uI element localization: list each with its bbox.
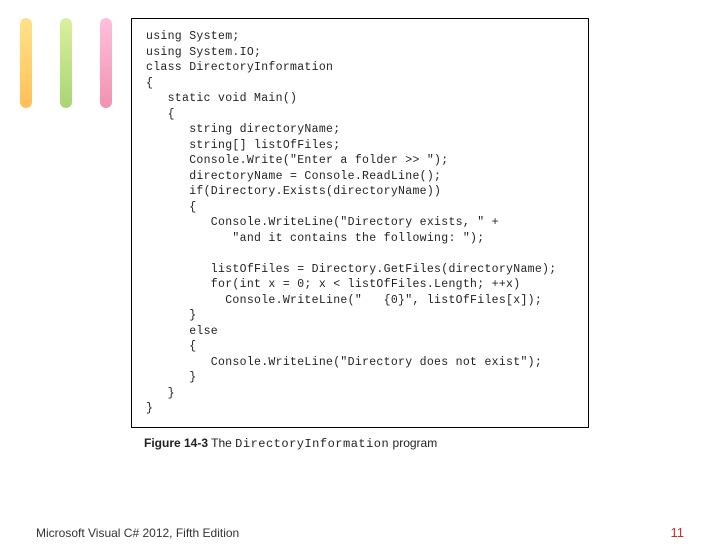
stripe	[100, 18, 112, 108]
footer-page-number: 11	[671, 525, 685, 540]
footer-book-title: Microsoft Visual C# 2012, Fifth Edition	[36, 526, 239, 540]
stripe	[60, 18, 72, 108]
stripe	[20, 18, 32, 108]
figure-program-name: DirectoryInformation	[235, 437, 389, 451]
figure-desc-pre: The	[211, 436, 235, 450]
code-listing: using System; using System.IO; class Dir…	[131, 18, 589, 428]
figure-label: Figure 14-3	[144, 436, 208, 450]
figure-desc-post: program	[389, 436, 437, 450]
figure-caption: Figure 14-3 The DirectoryInformation pro…	[144, 436, 576, 451]
